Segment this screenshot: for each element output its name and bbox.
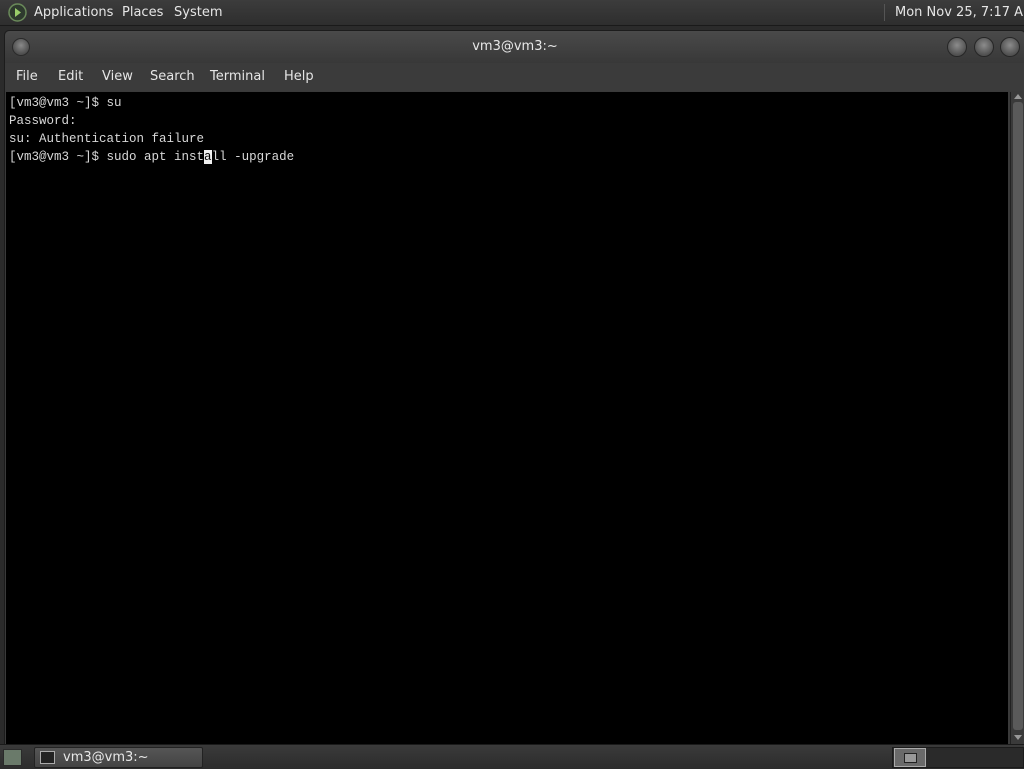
maximize-button[interactable] — [974, 37, 994, 57]
menu-search[interactable]: Search — [150, 63, 195, 91]
text-cursor: a — [204, 150, 212, 164]
close-button[interactable] — [1000, 37, 1020, 57]
workspace-switcher[interactable] — [892, 747, 1024, 768]
command-text-after-cursor: ll -upgrade — [211, 150, 295, 164]
menu-view[interactable]: View — [102, 63, 133, 91]
scroll-up-arrow-icon[interactable] — [1014, 94, 1022, 99]
terminal-line: Password: — [9, 114, 77, 128]
applications-logo-icon[interactable] — [8, 3, 27, 22]
scroll-down-arrow-icon[interactable] — [1014, 735, 1022, 740]
menu-help[interactable]: Help — [284, 63, 314, 91]
terminal-output: [vm3@vm3 ~]$ su Password: su: Authentica… — [9, 94, 294, 166]
workspace-1[interactable] — [894, 748, 926, 767]
applications-menu[interactable]: Applications — [34, 0, 113, 25]
terminal-line: su: Authentication failure — [9, 132, 205, 146]
menu-edit[interactable]: Edit — [58, 63, 83, 91]
command-text-before-cursor: [vm3@vm3 ~]$ sudo apt inst — [9, 150, 205, 164]
terminal-area[interactable]: [vm3@vm3 ~]$ su Password: su: Authentica… — [6, 92, 1008, 744]
scrollbar-thumb[interactable] — [1013, 102, 1023, 730]
show-desktop-icon[interactable] — [3, 749, 22, 766]
clock[interactable]: Mon Nov 25, 7:17 AM — [895, 0, 1024, 25]
menu-terminal[interactable]: Terminal — [210, 63, 265, 91]
menu-file[interactable]: File — [16, 63, 38, 91]
minimize-button[interactable] — [947, 37, 967, 57]
terminal-prompt-line: [vm3@vm3 ~]$ sudo apt install -upgrade — [9, 150, 294, 164]
system-menu[interactable]: System — [174, 0, 222, 25]
terminal-window: vm3@vm3:~ File Edit View Search Terminal… — [4, 30, 1024, 746]
window-titlebar[interactable]: vm3@vm3:~ — [5, 31, 1024, 63]
top-panel: Applications Places System Mon Nov 25, 7… — [0, 0, 1024, 26]
taskbar-window-label: vm3@vm3:~ — [63, 750, 149, 765]
terminal-icon — [40, 751, 55, 764]
vertical-scrollbar[interactable] — [1010, 92, 1024, 744]
panel-separator — [884, 4, 885, 21]
bottom-panel: vm3@vm3:~ — [0, 744, 1024, 769]
taskbar-window-button[interactable]: vm3@vm3:~ — [34, 747, 203, 768]
window-title: vm3@vm3:~ — [472, 39, 558, 54]
places-menu[interactable]: Places — [122, 0, 163, 25]
menu-bar: File Edit View Search Terminal Help — [5, 63, 1024, 91]
terminal-line: [vm3@vm3 ~]$ su — [9, 96, 122, 110]
